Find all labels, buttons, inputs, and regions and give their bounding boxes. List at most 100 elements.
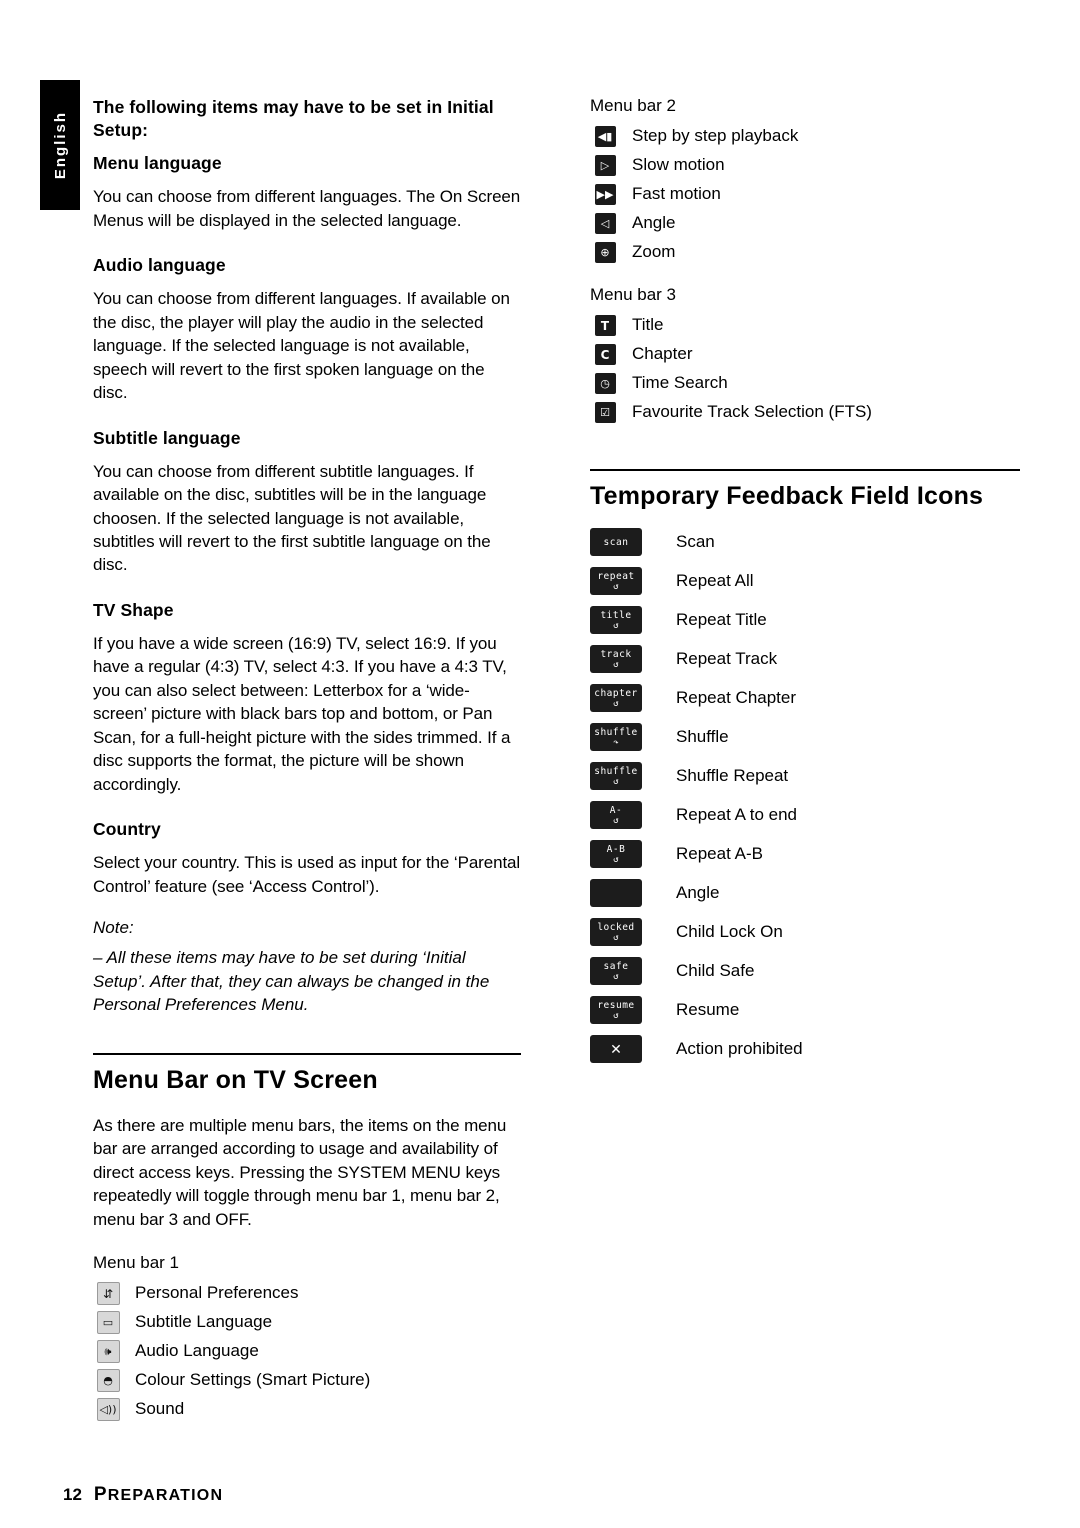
list-item-label: Child Safe: [676, 960, 755, 980]
body-tv-shape: If you have a wide screen (16:9) TV, sel…: [93, 634, 511, 794]
repeat-all-icon: repeat ↺: [590, 566, 676, 595]
list-item: track ↺ Repeat Track: [590, 639, 1020, 678]
intro-heading: The following items may have to be set i…: [93, 97, 494, 141]
list-item: repeat ↺ Repeat All: [590, 561, 1020, 600]
body-country: Select your country. This is used as inp…: [93, 853, 521, 896]
footer-cap: P: [93, 1484, 108, 1505]
tff-section: Temporary Feedback Field Icons: [590, 469, 1020, 512]
list-item-label: Step by step playback: [632, 126, 799, 146]
chip-sub: ↺: [613, 971, 619, 982]
list-item: A-B ↺ Repeat A-B: [590, 834, 1020, 873]
list-item: ✕ Action prohibited: [590, 1029, 1020, 1068]
list-item-label: Zoom: [632, 242, 676, 262]
chip-text: title: [600, 610, 632, 621]
list-item: ◀▮ Step by step playback: [590, 122, 1020, 151]
right-column: Menu bar 2 ◀▮ Step by step playback ▷ Sl…: [590, 96, 1020, 1068]
manual-page: English The following items may have to …: [0, 0, 1080, 1528]
chip-text: track: [600, 649, 632, 660]
chip-text: chapter: [594, 688, 638, 699]
list-item-label: Repeat All: [676, 570, 754, 590]
language-tab-label: English: [51, 110, 69, 180]
body-subtitle-language: You can choose from different subtitle l…: [93, 461, 491, 575]
fts-icon: ☑: [590, 400, 620, 425]
menu-bar-section: Menu Bar on TV Screen: [93, 1052, 521, 1096]
list-item-label: Sound: [135, 1399, 185, 1419]
list-item-label: Chapter: [632, 344, 693, 364]
list-item: shuffle ↷ Shuffle: [590, 717, 1020, 756]
page-footer: 12 PREPARATION: [63, 1484, 223, 1506]
list-item-label: Resume: [676, 999, 740, 1019]
chip-sub: ↺: [613, 581, 619, 592]
fast-motion-icon: ▶▶: [590, 182, 620, 207]
chip-text: shuffle: [594, 766, 638, 777]
repeat-a-b-icon: A-B ↺: [590, 839, 676, 868]
body-menu-bar: As there are multiple menu bars, the ite…: [93, 1115, 507, 1229]
chip-text: A-B: [606, 844, 626, 855]
list-item: ▷ Slow motion: [590, 151, 1020, 180]
list-item: Angle: [590, 873, 1020, 912]
list-item-label: Repeat A-B: [676, 843, 763, 863]
chip-text: scan: [603, 537, 629, 548]
angle-icon: ◁: [590, 211, 620, 236]
menu-bar-1-list: ⇵ Personal Preferences ▭ Subtitle Langua…: [93, 1279, 521, 1424]
list-item: ▶▶ Fast motion: [590, 180, 1020, 209]
body-menu-language: You can choose from different languages.…: [93, 187, 521, 230]
page-number: 12: [63, 1485, 82, 1504]
heading-menu-language: Menu language: [93, 153, 222, 174]
shuffle-repeat-icon: shuffle ↺: [590, 761, 676, 790]
list-item: ◓ Colour Settings (Smart Picture): [93, 1366, 521, 1395]
shuffle-icon: shuffle ↷: [590, 722, 676, 751]
list-item: ☑ Favourite Track Selection (FTS): [590, 398, 1020, 427]
list-item-label: Slow motion: [632, 155, 725, 175]
audio-language-icon: 🕪: [93, 1339, 123, 1364]
chip-text: resume: [597, 1000, 635, 1011]
note-title: Note:: [93, 918, 134, 938]
list-item: A- ↺ Repeat A to end: [590, 795, 1020, 834]
footer-rest: REPARATION: [107, 1487, 224, 1504]
menu-bar-2-label: Menu bar 2: [590, 96, 676, 115]
chip-blank: [590, 878, 642, 907]
list-item-label: Subtitle Language: [135, 1312, 273, 1332]
list-item: T Title: [590, 311, 1020, 340]
repeat-title-icon: title ↺: [590, 605, 676, 634]
heading-subtitle-language: Subtitle language: [93, 427, 241, 448]
child-lock-on-icon: locked ↺: [590, 917, 676, 946]
chip-sub: ↺: [613, 815, 619, 826]
list-item-label: Scan: [676, 531, 715, 551]
section-title-menu-bar: Menu Bar on TV Screen: [93, 1052, 521, 1096]
chip-sub: ↺: [613, 854, 619, 865]
chapter-icon: C: [590, 342, 620, 367]
time-search-icon: ◷: [590, 371, 620, 396]
list-item-label: Repeat Chapter: [676, 687, 797, 707]
list-item: ◁)) Sound: [93, 1395, 521, 1424]
chip-sub: ↺: [613, 620, 619, 631]
action-prohibited-icon: ✕: [590, 1034, 676, 1063]
list-item: resume ↺ Resume: [590, 990, 1020, 1029]
colour-settings-icon: ◓: [93, 1368, 123, 1393]
list-item-label: Repeat Track: [676, 648, 778, 668]
list-item: chapter ↺ Repeat Chapter: [590, 678, 1020, 717]
slow-motion-icon: ▷: [590, 153, 620, 178]
chip-sub: ↺: [613, 698, 619, 709]
footer-section-name: PREPARATION: [94, 1484, 223, 1506]
resume-icon: resume ↺: [590, 995, 676, 1024]
list-item-label: Action prohibited: [676, 1038, 803, 1058]
list-item: safe ↺ Child Safe: [590, 951, 1020, 990]
list-item-label: Angle: [632, 213, 676, 233]
chip-text: A-: [609, 805, 623, 816]
list-item-label: Personal Preferences: [135, 1283, 299, 1303]
chip-text: repeat: [597, 571, 635, 582]
chip-text: shuffle: [594, 727, 638, 738]
heading-country: Country: [93, 819, 161, 840]
child-safe-icon: safe ↺: [590, 956, 676, 985]
list-item-label: Time Search: [632, 373, 728, 393]
list-item: ◁ Angle: [590, 209, 1020, 238]
list-item: ▭ Subtitle Language: [93, 1308, 521, 1337]
list-item-label: Favourite Track Selection (FTS): [632, 402, 872, 422]
title-icon: T: [590, 313, 620, 338]
list-item: scan Scan: [590, 522, 1020, 561]
list-item: 🕪 Audio Language: [93, 1337, 521, 1366]
chip-sub: ↺: [613, 776, 619, 787]
heading-tv-shape: TV Shape: [93, 599, 174, 620]
chip-sub: ↺: [613, 659, 619, 670]
